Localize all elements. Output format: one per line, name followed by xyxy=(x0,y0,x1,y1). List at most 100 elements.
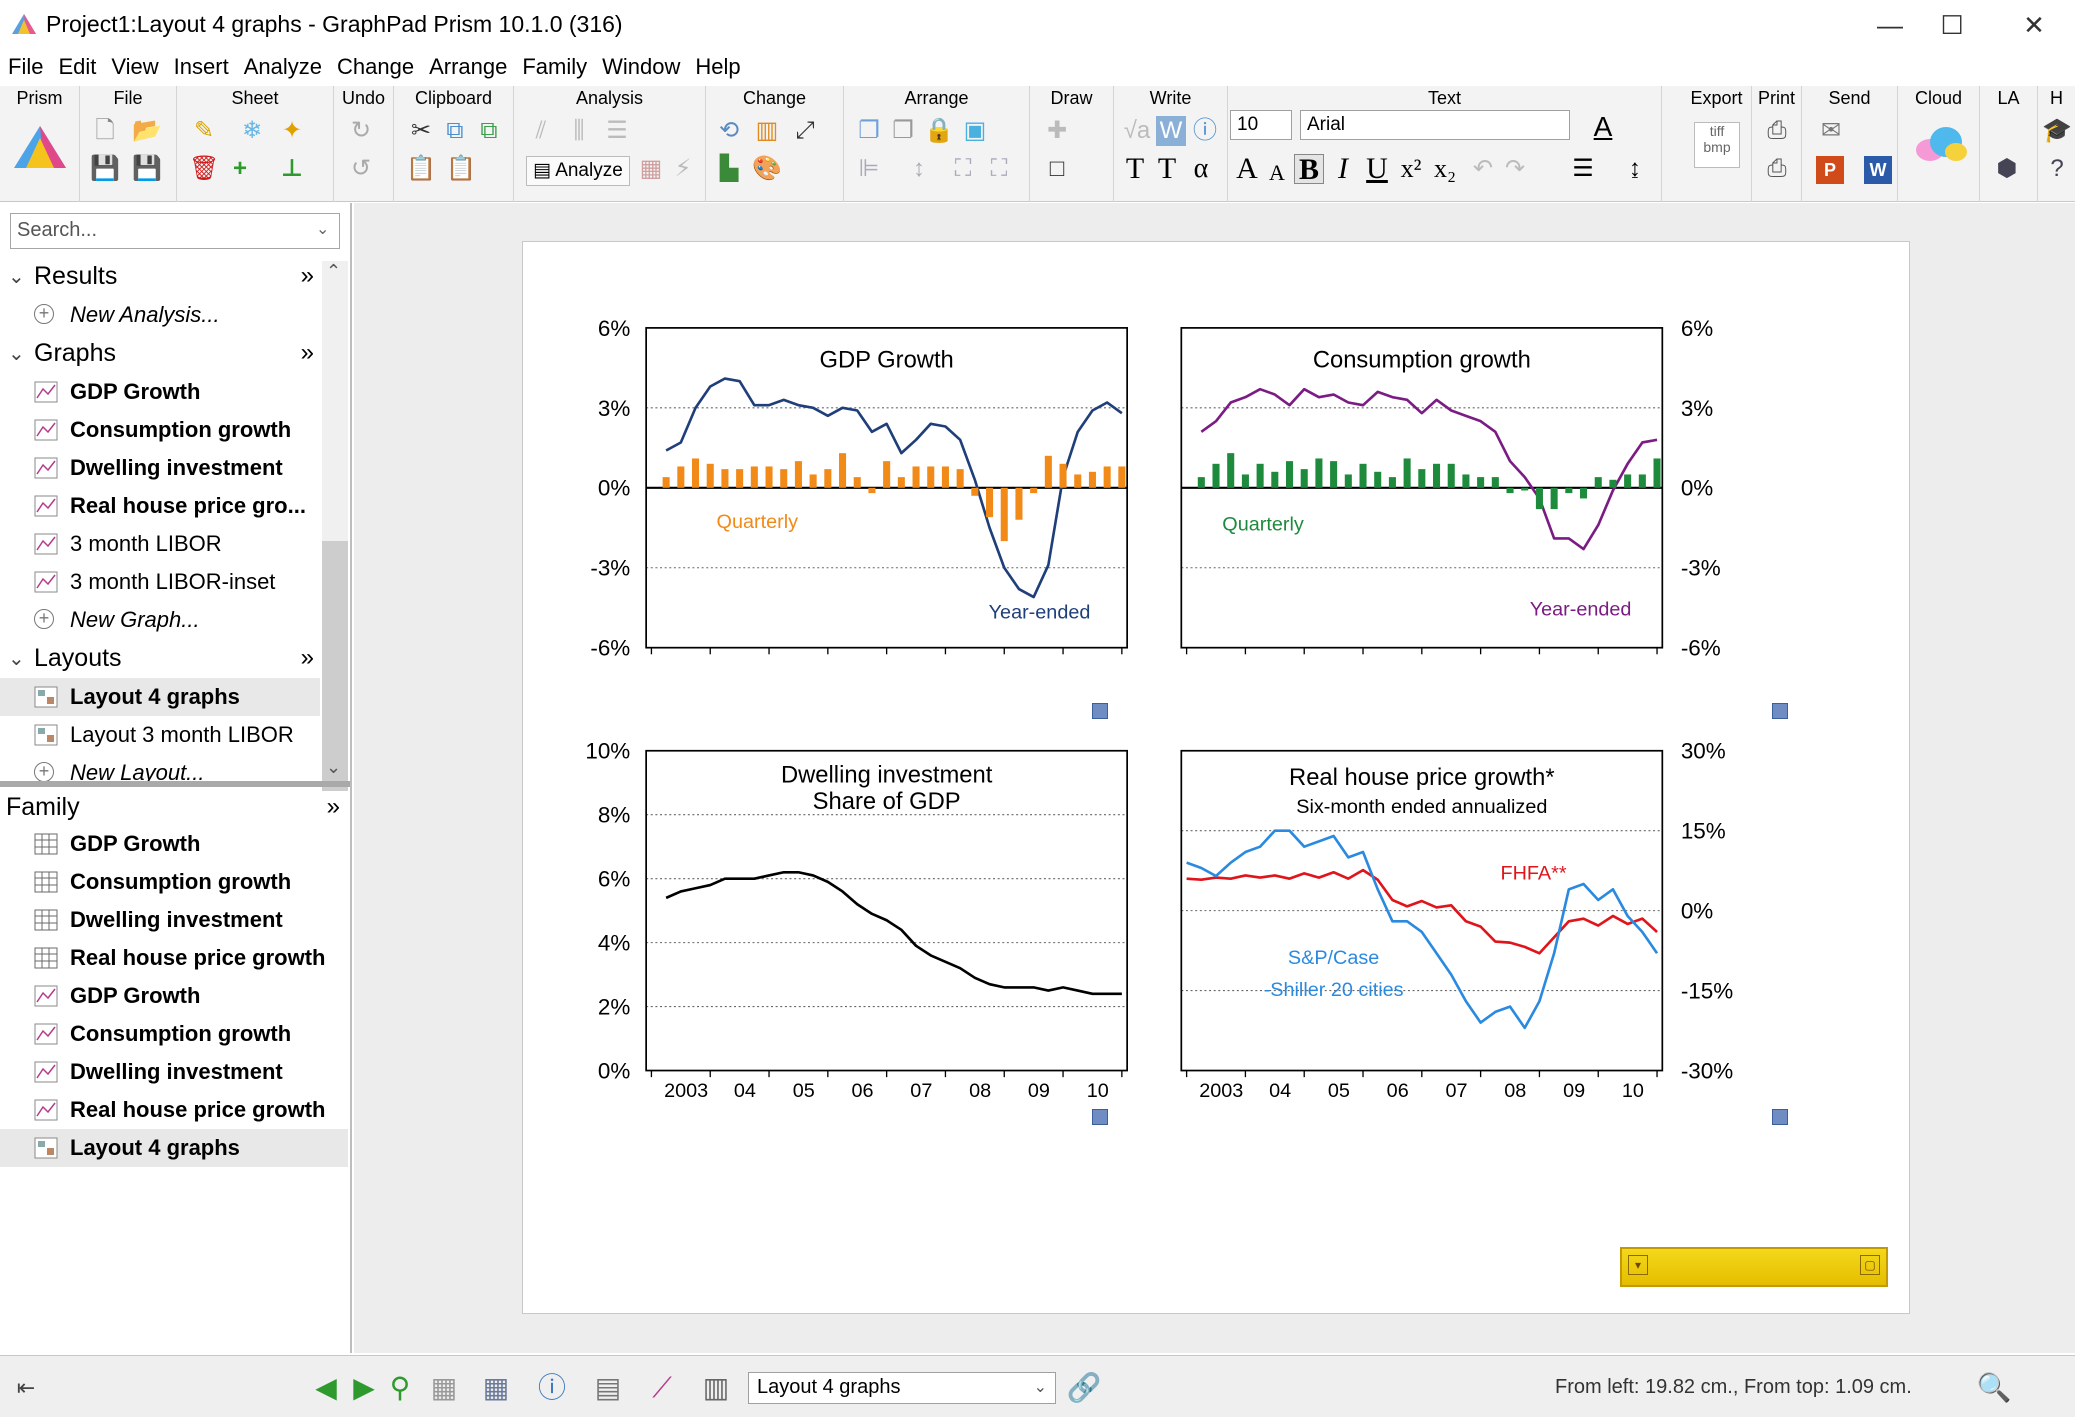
lock-icon[interactable]: 🔒 xyxy=(924,116,954,146)
previous-sheet-icon[interactable]: ◀ xyxy=(306,1368,346,1408)
paste-icon[interactable]: 📋 xyxy=(406,154,436,184)
nav-item-graph[interactable]: Dwelling investment xyxy=(0,449,320,487)
nav-item-graph[interactable]: GDP Growth xyxy=(0,373,320,411)
align-icon[interactable]: ⊫ xyxy=(854,154,884,184)
add-sheet-icon[interactable]: + xyxy=(225,154,255,184)
data-table-icon[interactable]: ▦ xyxy=(476,1368,516,1408)
layout-sheet-icon[interactable]: ▥ xyxy=(696,1368,736,1408)
section-family[interactable]: Family » xyxy=(0,789,348,825)
change-scale-icon[interactable]: ⤢ xyxy=(790,116,820,146)
help-icon[interactable]: ? xyxy=(2042,154,2072,184)
text-tool-icon[interactable]: T xyxy=(1120,154,1150,184)
family-item[interactable]: Real house price growth xyxy=(0,939,348,977)
menu-insert[interactable]: Insert xyxy=(174,50,238,86)
bring-forward-icon[interactable]: ❐ xyxy=(854,116,884,146)
search-input[interactable]: Search... xyxy=(10,213,340,249)
xy-analysis-icon[interactable]: ⫽ xyxy=(526,116,556,146)
font-size-select[interactable]: 10 xyxy=(1230,110,1292,140)
section-layouts[interactable]: ⌄ Layouts » xyxy=(0,640,322,676)
expand-more-icon[interactable]: » xyxy=(301,262,314,290)
scrollbar-thumb[interactable] xyxy=(322,541,348,791)
change-color-icon[interactable]: 🎨 xyxy=(752,154,782,184)
sheet-select[interactable]: Layout 4 graphs ⌄ xyxy=(748,1372,1056,1404)
size-icon[interactable]: ⛶ xyxy=(948,154,978,184)
menu-change[interactable]: Change xyxy=(337,50,423,86)
layout-page[interactable]: 6% 3% 0% -3% -6% GDP Growth Quarterly Year-ende… xyxy=(522,241,1910,1314)
graph-resize-handle[interactable] xyxy=(1092,1109,1108,1125)
copy-special-icon[interactable]: ⧉ xyxy=(474,116,504,146)
family-item[interactable]: Layout 4 graphs xyxy=(0,1129,348,1167)
change-bar-icon[interactable]: ▥ xyxy=(752,116,782,146)
delete-sheet-icon[interactable]: 🗑 xyxy=(189,154,219,184)
search-dropdown-icon[interactable]: ⌄ xyxy=(316,219,329,239)
rotate-left-icon[interactable]: ↶ xyxy=(1468,154,1498,184)
info-sheet-icon[interactable]: ⓘ xyxy=(532,1368,572,1408)
pane-splitter[interactable] xyxy=(0,781,350,787)
shrink-font-icon[interactable]: A xyxy=(1262,158,1292,188)
navigator-scrollbar[interactable]: ⌃ ⌄ xyxy=(322,261,348,791)
nav-item-graph[interactable]: Real house price gro... xyxy=(0,487,320,525)
family-item[interactable]: Real house price growth xyxy=(0,1091,348,1129)
menu-analyze[interactable]: Analyze xyxy=(244,50,331,86)
line-spacing-icon[interactable]: ↨ xyxy=(1620,154,1650,184)
change-axis-icon[interactable]: ▙ xyxy=(714,154,744,184)
subscript-icon[interactable]: x₂ xyxy=(1430,154,1460,184)
graph-resize-handle[interactable] xyxy=(1772,1109,1788,1125)
export-icon[interactable]: tiff bmp xyxy=(1694,122,1740,168)
nav-item-new-layout[interactable]: + New Layout... xyxy=(0,754,320,784)
menu-edit[interactable]: Edit xyxy=(58,50,105,86)
magic-wand-icon[interactable]: ✦ xyxy=(277,116,307,146)
text-box-icon[interactable]: T xyxy=(1152,154,1182,184)
floating-note[interactable]: ▾ ▢ xyxy=(1620,1247,1888,1287)
list-analysis-icon[interactable]: ☰ xyxy=(602,116,632,146)
symbol-icon[interactable]: α xyxy=(1186,154,1216,184)
prism-home-icon[interactable] xyxy=(12,124,68,172)
sheet-grid-icon[interactable]: ▦ xyxy=(424,1368,464,1408)
expand-more-icon[interactable]: » xyxy=(327,793,340,821)
table-analysis-icon[interactable]: ▦ xyxy=(636,154,666,184)
family-item[interactable]: GDP Growth xyxy=(0,977,348,1015)
minimize-button[interactable]: — xyxy=(1862,8,1918,42)
print-preview-icon[interactable]: ⎙ xyxy=(1762,154,1792,184)
print-icon[interactable]: ⎙ xyxy=(1762,116,1792,146)
expand-more-icon[interactable]: » xyxy=(301,644,314,672)
center-icon[interactable]: ⛶ xyxy=(984,154,1014,184)
bold-icon[interactable]: B xyxy=(1294,154,1324,185)
add-column-icon[interactable]: ⊥ xyxy=(277,154,307,184)
la-cube-icon[interactable]: ⬢ xyxy=(1992,154,2022,184)
info-icon[interactable]: ⓘ xyxy=(1190,116,1220,146)
column-analysis-icon[interactable]: ⫼ xyxy=(564,116,594,146)
nav-item-graph[interactable]: 3 month LIBOR xyxy=(0,525,320,563)
italic-icon[interactable]: I xyxy=(1328,154,1358,184)
maximize-button[interactable]: ☐ xyxy=(1924,8,1980,42)
send-back-icon[interactable]: ❐ xyxy=(888,116,918,146)
cloud-icon[interactable] xyxy=(1912,124,1968,164)
section-results[interactable]: ⌄ Results » xyxy=(0,258,322,294)
link-icon[interactable]: 🔗 xyxy=(1064,1368,1104,1408)
scroll-up-icon[interactable]: ⌃ xyxy=(326,261,341,282)
family-item[interactable]: Consumption growth xyxy=(0,1015,348,1053)
family-item[interactable]: Dwelling investment xyxy=(0,901,348,939)
word-icon[interactable]: W xyxy=(1864,156,1892,184)
graph-resize-handle[interactable] xyxy=(1772,703,1788,719)
zoom-icon[interactable]: 🔍 xyxy=(1974,1368,2014,1408)
note-expand-icon[interactable]: ▢ xyxy=(1860,1255,1880,1275)
distribute-icon[interactable]: ↕ xyxy=(904,154,934,184)
powerpoint-icon[interactable]: P xyxy=(1816,156,1844,184)
grow-font-icon[interactable]: A xyxy=(1232,154,1262,184)
family-item[interactable]: Consumption growth xyxy=(0,863,348,901)
collapse-navigator-icon[interactable]: ⇤ xyxy=(6,1368,46,1408)
analyze-button[interactable]: ▤ Analyze xyxy=(526,156,630,186)
nav-item-new-graph[interactable]: + New Graph... xyxy=(0,601,320,639)
learn-icon[interactable]: 🎓 xyxy=(2042,116,2072,146)
scroll-down-icon[interactable]: ⌄ xyxy=(326,757,341,778)
superscript-icon[interactable]: x² xyxy=(1396,154,1426,184)
menu-help[interactable]: Help xyxy=(695,50,749,86)
draw-shape-icon[interactable]: □ xyxy=(1042,154,1072,184)
font-color-icon[interactable]: A xyxy=(1588,112,1618,142)
section-graphs[interactable]: ⌄ Graphs » xyxy=(0,335,322,371)
snowflake-icon[interactable]: ❄ xyxy=(237,116,267,146)
group-icon[interactable]: ▣ xyxy=(960,116,990,146)
nav-item-new-analysis[interactable]: + New Analysis... xyxy=(0,296,320,334)
expand-more-icon[interactable]: » xyxy=(301,339,314,367)
